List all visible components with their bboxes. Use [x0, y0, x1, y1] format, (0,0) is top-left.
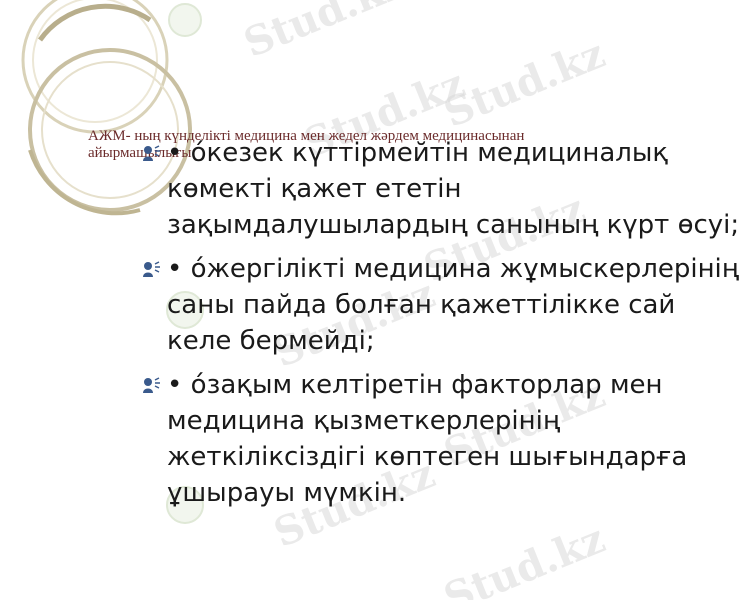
bullet-item: • óжергілікті медицина жұмыскерлерінің с… [143, 251, 745, 359]
speaker-person-icon [142, 377, 162, 393]
speaker-person-icon [142, 261, 162, 277]
bullet-item: • óзақым келтіретін факторлар мен медици… [143, 367, 745, 511]
bullet-item: • óкезек күттірмейтін медициналық көмект… [143, 135, 745, 243]
speaker-person-icon [142, 145, 162, 161]
bullet-list: • óкезек күттірмейтін медициналық көмект… [143, 135, 745, 519]
bullet-text: • óжергілікті медицина жұмыскерлерінің с… [167, 254, 739, 356]
slide: Stud.kz Stud.kz Stud.kz Stud.kz Stud.kz … [0, 0, 745, 600]
bullet-text: • óзақым келтіретін факторлар мен медици… [167, 370, 688, 508]
bullet-text: • óкезек күттірмейтін медициналық көмект… [167, 138, 740, 240]
